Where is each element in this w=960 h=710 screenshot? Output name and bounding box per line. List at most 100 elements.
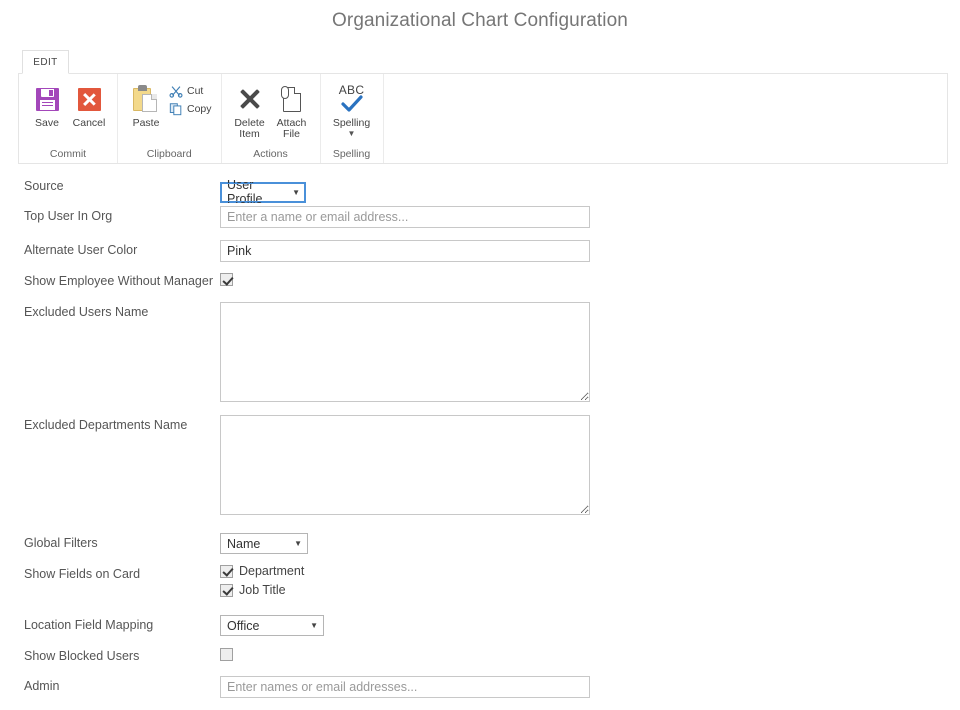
field-row-source: Source User Profile ▼ xyxy=(0,176,960,206)
delete-x-icon xyxy=(237,82,263,116)
alternate-user-color-input[interactable] xyxy=(220,240,590,262)
job-title-checkbox-label: Job Title xyxy=(239,583,286,597)
ribbon-group-commit-label: Commit xyxy=(19,144,117,163)
ribbon-group-actions-items: Delete Item Attach File xyxy=(222,74,320,144)
control-show-fields-on-card: Department Job Title xyxy=(220,564,960,602)
ribbon-tab-row: EDIT xyxy=(18,50,948,73)
label-source: Source xyxy=(0,176,220,194)
ribbon-group-commit-items: Save Cancel xyxy=(19,74,117,144)
scissors-icon xyxy=(169,84,183,98)
configuration-form: Source User Profile ▼ Top User In Org Al… xyxy=(0,176,960,708)
clipboard-small-buttons: Cut Copy xyxy=(167,80,214,118)
chevron-down-icon: ▼ xyxy=(294,539,302,548)
ribbon-empty-space xyxy=(384,74,947,163)
source-dropdown[interactable]: User Profile ▼ xyxy=(220,182,306,203)
page-title: Organizational Chart Configuration xyxy=(0,10,960,32)
chevron-down-icon: ▼ xyxy=(292,188,300,197)
excluded-departments-name-textarea[interactable] xyxy=(220,415,590,515)
control-global-filters: Name ▼ xyxy=(220,533,960,554)
field-row-show-fields-on-card: Show Fields on Card Department Job Title xyxy=(0,564,960,615)
field-row-alternate-user-color: Alternate User Color xyxy=(0,240,960,271)
checkbox-option-department: Department xyxy=(220,564,960,578)
global-filters-dropdown[interactable]: Name ▼ xyxy=(220,533,308,554)
control-show-employee-without-manager xyxy=(220,271,960,289)
chevron-down-icon[interactable]: ▼ xyxy=(348,130,356,137)
department-checkbox-label: Department xyxy=(239,564,304,578)
ribbon-group-spelling-label: Spelling xyxy=(321,144,383,163)
field-row-top-user-in-org: Top User In Org xyxy=(0,206,960,240)
control-show-blocked-users xyxy=(220,646,960,664)
paste-button[interactable]: Paste xyxy=(125,80,167,129)
delete-item-button-label: Delete Item xyxy=(234,118,264,140)
save-button-label: Save xyxy=(35,118,59,129)
ribbon-group-spelling: ABC Spelling ▼ Spelling xyxy=(321,74,384,163)
location-field-mapping-dropdown-value: Office xyxy=(227,619,259,633)
control-admin xyxy=(220,676,960,698)
global-filters-dropdown-value: Name xyxy=(227,537,260,551)
clipboard-icon xyxy=(133,82,159,116)
control-source: User Profile ▼ xyxy=(220,176,960,203)
copy-button-label: Copy xyxy=(187,103,212,115)
source-dropdown-value: User Profile xyxy=(227,178,286,206)
ribbon-group-actions-label: Actions xyxy=(222,144,320,163)
label-excluded-users-name: Excluded Users Name xyxy=(0,302,220,320)
page-root: Organizational Chart Configuration EDIT … xyxy=(0,0,960,710)
checkmark-icon xyxy=(341,95,363,118)
field-row-global-filters: Global Filters Name ▼ xyxy=(0,533,960,564)
label-location-field-mapping: Location Field Mapping xyxy=(0,615,220,633)
location-field-mapping-dropdown[interactable]: Office ▼ xyxy=(220,615,324,636)
ribbon-group-clipboard-label: Clipboard xyxy=(118,144,221,163)
ribbon: EDIT Save Cancel xyxy=(18,50,948,164)
field-row-excluded-departments-name: Excluded Departments Name xyxy=(0,415,960,533)
paste-button-label: Paste xyxy=(133,118,160,129)
label-admin: Admin xyxy=(0,676,220,694)
label-alternate-user-color: Alternate User Color xyxy=(0,240,220,258)
attach-file-button[interactable]: Attach File xyxy=(271,80,313,140)
floppy-disk-icon xyxy=(36,82,59,116)
control-alternate-user-color xyxy=(220,240,960,262)
control-location-field-mapping: Office ▼ xyxy=(220,615,960,636)
spelling-button-label: Spelling xyxy=(333,118,370,129)
ribbon-group-commit: Save Cancel Commit xyxy=(19,74,118,163)
cancel-x-icon xyxy=(78,82,101,116)
field-row-location-field-mapping: Location Field Mapping Office ▼ xyxy=(0,615,960,646)
label-show-employee-without-manager: Show Employee Without Manager xyxy=(0,271,220,289)
save-button[interactable]: Save xyxy=(26,80,68,129)
label-show-fields-on-card: Show Fields on Card xyxy=(0,564,220,582)
ribbon-body: Save Cancel Commit xyxy=(18,73,948,164)
cut-button[interactable]: Cut xyxy=(167,82,214,100)
cancel-button[interactable]: Cancel xyxy=(68,80,110,129)
show-blocked-users-checkbox[interactable] xyxy=(220,648,233,661)
label-excluded-departments-name: Excluded Departments Name xyxy=(0,415,220,433)
field-row-admin: Admin xyxy=(0,676,960,708)
checkbox-option-job-title: Job Title xyxy=(220,583,960,597)
cut-button-label: Cut xyxy=(187,85,203,97)
department-checkbox[interactable] xyxy=(220,565,233,578)
label-show-blocked-users: Show Blocked Users xyxy=(0,646,220,664)
control-excluded-departments-name xyxy=(220,415,960,520)
field-row-show-blocked-users: Show Blocked Users xyxy=(0,646,960,676)
ribbon-group-clipboard-items: Paste xyxy=(118,74,221,144)
delete-item-button[interactable]: Delete Item xyxy=(229,80,271,140)
attach-file-button-label: Attach File xyxy=(277,118,307,140)
tab-edit[interactable]: EDIT xyxy=(22,50,69,74)
chevron-down-icon: ▼ xyxy=(310,621,318,630)
spelling-button[interactable]: ABC Spelling ▼ xyxy=(328,80,376,137)
ribbon-group-actions: Delete Item Attach File Acti xyxy=(222,74,321,163)
copy-button[interactable]: Copy xyxy=(167,100,214,118)
label-top-user-in-org: Top User In Org xyxy=(0,206,220,224)
field-row-show-employee-without-manager: Show Employee Without Manager xyxy=(0,271,960,302)
control-top-user-in-org xyxy=(220,206,960,228)
top-user-in-org-input[interactable] xyxy=(220,206,590,228)
ribbon-group-spelling-items: ABC Spelling ▼ xyxy=(321,74,383,144)
admin-input[interactable] xyxy=(220,676,590,698)
spelling-abc-check-icon: ABC xyxy=(335,82,369,116)
excluded-users-name-textarea[interactable] xyxy=(220,302,590,402)
copy-icon xyxy=(169,102,183,116)
attach-file-icon xyxy=(281,82,303,116)
cancel-button-label: Cancel xyxy=(73,118,106,129)
show-employee-without-manager-checkbox[interactable] xyxy=(220,273,233,286)
job-title-checkbox[interactable] xyxy=(220,584,233,597)
control-excluded-users-name xyxy=(220,302,960,407)
field-row-excluded-users-name: Excluded Users Name xyxy=(0,302,960,415)
